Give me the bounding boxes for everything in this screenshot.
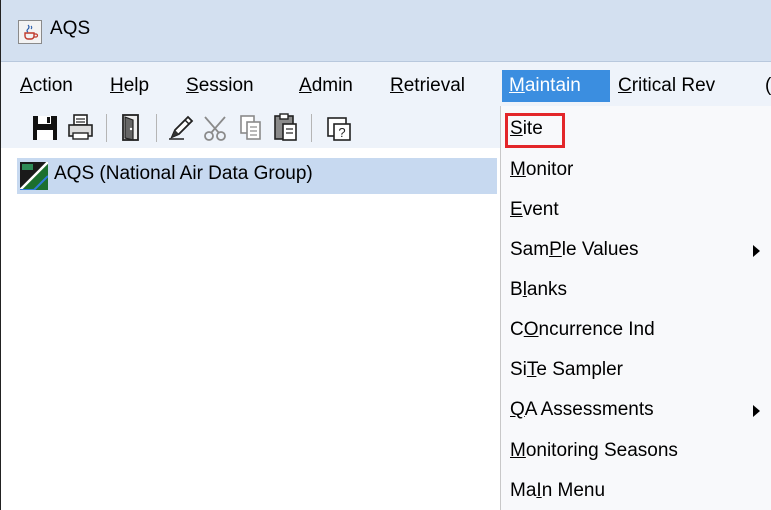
- print-icon[interactable]: [66, 112, 96, 144]
- edit-pencil-icon[interactable]: [166, 112, 196, 144]
- menu-item-monitoring-seasons[interactable]: Monitoring Seasons: [510, 440, 678, 462]
- save-icon[interactable]: [30, 112, 60, 144]
- tree-root-label[interactable]: AQS (National Air Data Group): [54, 163, 313, 185]
- window-title: AQS: [50, 18, 91, 39]
- toolbar-separator: [106, 114, 107, 142]
- site-highlight-box: [505, 113, 565, 148]
- submenu-arrow-icon: [753, 405, 760, 417]
- menu-item-blanks[interactable]: Blanks: [510, 279, 567, 301]
- menu-admin[interactable]: Admin: [299, 70, 353, 102]
- menu-critical-rev[interactable]: Critical Rev: [618, 70, 715, 102]
- toolbar-separator: [311, 114, 312, 142]
- copy-icon[interactable]: [236, 112, 266, 144]
- menu-overflow[interactable]: (: [765, 70, 771, 102]
- menu-item-monitor[interactable]: Monitor: [510, 159, 573, 181]
- paste-icon[interactable]: [271, 112, 301, 144]
- menu-item-event[interactable]: Event: [510, 199, 559, 221]
- aqs-logo-icon: [19, 161, 49, 191]
- menu-help[interactable]: Help: [110, 70, 149, 102]
- menu-item-sample-values[interactable]: SamPle Values: [510, 239, 639, 261]
- menu-maintain[interactable]: Maintain: [502, 70, 610, 102]
- submenu-arrow-icon: [753, 245, 760, 257]
- exit-door-icon[interactable]: [116, 112, 146, 144]
- menu-action[interactable]: Action: [20, 70, 73, 102]
- title-bar: [1, 0, 771, 62]
- menu-item-concurrence-ind[interactable]: COncurrence Ind: [510, 319, 655, 341]
- toolbar-separator: [156, 114, 157, 142]
- menu-retrieval[interactable]: Retrieval: [390, 70, 465, 102]
- menu-session[interactable]: Session: [186, 70, 254, 102]
- java-cup-icon: [18, 20, 42, 44]
- svg-text:?: ?: [338, 125, 345, 140]
- help-icon[interactable]: ?: [324, 112, 354, 144]
- cut-scissors-icon[interactable]: [201, 112, 231, 144]
- menu-item-site-sampler[interactable]: SiTe Sampler: [510, 359, 623, 381]
- menu-item-qa-assessments[interactable]: QA Assessments: [510, 399, 654, 421]
- menu-item-main-menu[interactable]: MaIn Menu: [510, 480, 605, 502]
